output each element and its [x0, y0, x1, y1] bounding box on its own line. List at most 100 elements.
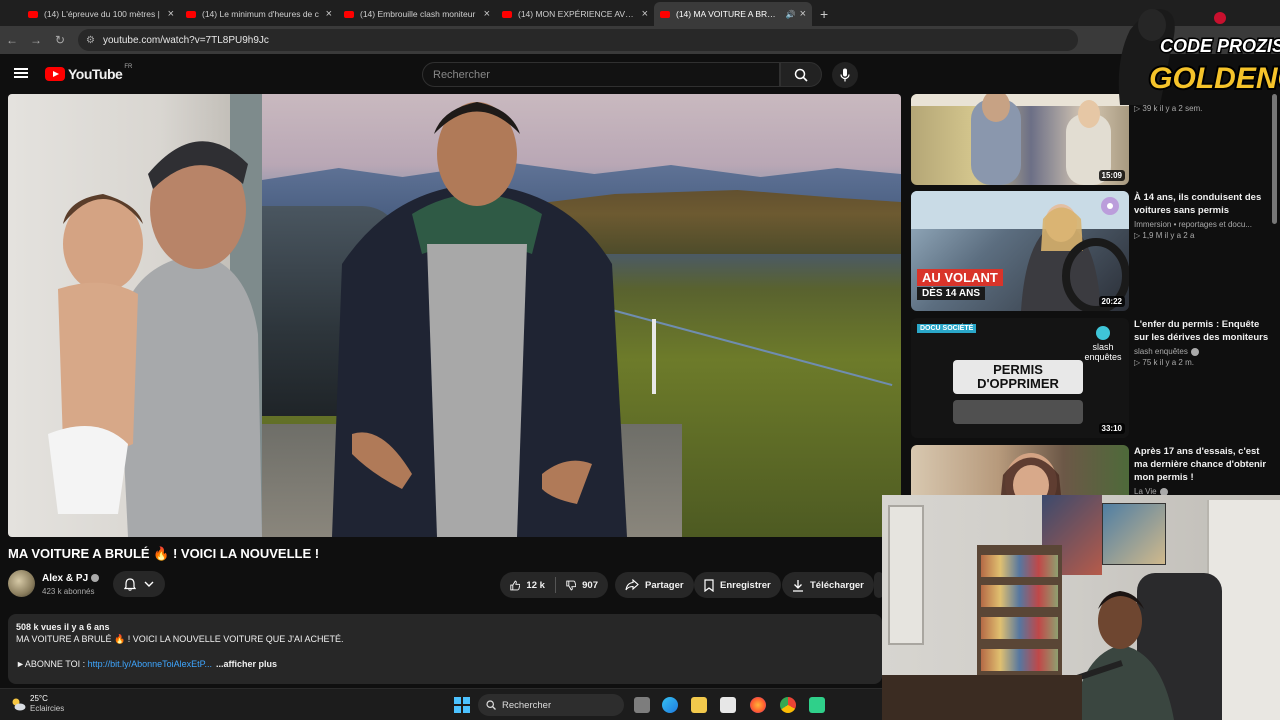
chevron-down-icon	[144, 581, 154, 587]
youtube-favicon-icon	[502, 10, 512, 18]
search-icon	[486, 700, 496, 710]
cam-zelda-poster	[1102, 503, 1166, 565]
reload-icon[interactable]: ↻	[48, 33, 72, 47]
url-input[interactable]: ⚙ youtube.com/watch?v=7TL8PU9h9Jc	[78, 29, 1078, 51]
channel-avatar[interactable]	[8, 570, 35, 597]
man-with-child-figure	[48, 141, 262, 537]
close-tab-icon[interactable]: ×	[642, 8, 648, 20]
youtube-favicon-icon	[660, 10, 670, 18]
search-input[interactable]: Rechercher	[422, 62, 780, 87]
dislike-count: 907	[582, 579, 598, 591]
recommendation-title[interactable]: À 14 ans, ils conduisent des voitures sa…	[1134, 191, 1269, 217]
description-box[interactable]: 508 k vues il y a 6 ans MA VOITURE A BRU…	[8, 614, 882, 684]
share-button[interactable]: Partager	[615, 572, 694, 598]
channel-name-text: Alex & PJ	[42, 573, 89, 584]
weather-widget[interactable]: 25°C Eclaircies	[10, 694, 64, 714]
region-code: FR	[124, 64, 133, 70]
firefox-icon[interactable]	[750, 697, 766, 713]
youtube-header: YouTube FR Rechercher	[0, 54, 1280, 94]
cam-desk	[882, 675, 1082, 720]
logo-line-1: CODE PROZIS	[1160, 36, 1280, 56]
notifications-button[interactable]	[113, 571, 165, 597]
close-tab-icon[interactable]: ×	[168, 8, 174, 20]
recommendation-title[interactable]: Après 17 ans d'essais, c'est ma dernière…	[1134, 445, 1269, 484]
recommendation-thumbnail[interactable]	[911, 445, 1129, 495]
menu-icon[interactable]	[14, 68, 28, 78]
search-icon	[794, 68, 808, 82]
cam-window	[888, 505, 924, 645]
youtube-logo[interactable]: YouTube FR	[45, 64, 133, 82]
back-arrow-icon[interactable]: ←	[0, 33, 24, 47]
slash-logo-text: slash enquêtes	[1084, 342, 1122, 362]
recommendation-stats: ▷ 75 k il y a 2 m.	[1134, 358, 1194, 367]
speaker-icon[interactable]: 🔊	[786, 10, 796, 19]
recommendation-channel[interactable]: Immersion • reportages et docu...	[1134, 220, 1269, 229]
youtube-favicon-icon	[186, 10, 196, 18]
browser-tab-1[interactable]: (14) L'épreuve du 100 mètres | ×	[22, 2, 180, 26]
recommendation-channel[interactable]: slash enquêtes	[1134, 347, 1269, 356]
thumbs-up-icon[interactable]	[510, 579, 521, 592]
code-prozis-goldeng-logo: CODE PROZIS GOLDENG	[1118, 9, 1280, 105]
view-count-date: 508 k vues il y a 6 ans	[16, 622, 110, 632]
video-right-panel	[262, 94, 901, 537]
taskbar-search[interactable]: Rechercher	[478, 694, 624, 716]
slash-logo-icon	[1096, 326, 1110, 340]
recommendation-info: À 14 ans, ils conduisent des voitures sa…	[1134, 191, 1269, 240]
documentary-badge: DOCU SOCIÉTÉ	[917, 324, 977, 333]
browser-tab-5-active[interactable]: (14) MA VOITURE A BRULÉ 🔊 ×	[654, 2, 812, 26]
weather-text: 25°C Eclaircies	[30, 694, 64, 714]
recommendation-thumbnail[interactable]: AU VOLANT DÈS 14 ANS 20:22	[911, 191, 1129, 311]
url-text: youtube.com/watch?v=7TL8PU9h9Jc	[102, 34, 269, 46]
like-dislike-group: 12 k 907	[500, 572, 608, 598]
site-info-icon[interactable]: ⚙	[86, 35, 95, 46]
file-explorer-icon[interactable]	[691, 697, 707, 713]
shelf-row	[981, 649, 1058, 671]
video-player[interactable]	[8, 94, 901, 537]
save-button[interactable]: Enregistrer	[694, 572, 781, 598]
youtube-favicon-icon	[344, 10, 354, 18]
show-more-button[interactable]: ...afficher plus	[216, 659, 277, 669]
recommendation-item-4[interactable]: Après 17 ans d'essais, c'est ma dernière…	[911, 445, 1271, 496]
tab-title: (14) L'épreuve du 100 mètres |	[44, 9, 160, 19]
task-view-icon[interactable]	[634, 697, 650, 713]
edge-browser-icon[interactable]	[662, 697, 678, 713]
browser-tab-4[interactable]: (14) MON EXPÉRIENCE AVEC LE ×	[496, 2, 654, 26]
new-tab-icon[interactable]: +	[812, 2, 828, 26]
chrome-icon[interactable]	[780, 697, 796, 713]
recommendation-title[interactable]: L'enfer du permis : Enquête sur les déri…	[1134, 318, 1269, 344]
recommendation-thumbnail[interactable]: 15:09	[911, 94, 1129, 185]
like-count[interactable]: 12 k	[526, 580, 545, 591]
recommendation-item-2[interactable]: AU VOLANT DÈS 14 ANS 20:22 À 14 ans, ils…	[911, 191, 1271, 311]
thumbs-down-icon[interactable]	[566, 579, 576, 592]
search-button[interactable]	[780, 62, 822, 87]
subscriber-count: 423 k abonnés	[42, 587, 95, 596]
windows-taskbar: 25°C Eclaircies Rechercher	[0, 688, 882, 720]
download-button[interactable]: Télécharger	[782, 572, 874, 598]
recommendation-info: L'enfer du permis : Enquête sur les déri…	[1134, 318, 1269, 367]
tab-title: (14) Embrouille clash moniteur	[360, 9, 476, 19]
shop-scene-image	[911, 94, 1129, 185]
tab-title: (14) MA VOITURE A BRULÉ	[676, 9, 782, 19]
sidebar-scrollbar[interactable]	[1272, 94, 1277, 224]
sign-reflection	[953, 400, 1083, 424]
channel-name[interactable]: Alex & PJ	[42, 573, 100, 584]
man-in-jacket-figure	[332, 102, 627, 537]
voice-search-button[interactable]	[832, 62, 858, 88]
browser-tab-3[interactable]: (14) Embrouille clash moniteur ×	[338, 2, 496, 26]
subscribe-link[interactable]: http://bit.ly/AbonneToiAlexEtP...	[88, 659, 212, 669]
app-icon[interactable]	[809, 697, 825, 713]
close-tab-icon[interactable]: ×	[484, 8, 490, 20]
tab-title: (14) MON EXPÉRIENCE AVEC LE	[518, 9, 638, 19]
forward-arrow-icon[interactable]: →	[24, 33, 48, 47]
close-tab-icon[interactable]: ×	[326, 8, 332, 20]
recommendation-thumbnail[interactable]: DOCU SOCIÉTÉ PERMIS D'OPPRIMER slash enq…	[911, 318, 1129, 438]
windows-start-icon[interactable]	[454, 697, 470, 713]
microsoft-store-icon[interactable]	[720, 697, 736, 713]
close-tab-icon[interactable]: ×	[800, 8, 806, 20]
weather-condition: Eclaircies	[30, 704, 65, 713]
recommendation-item-3[interactable]: DOCU SOCIÉTÉ PERMIS D'OPPRIMER slash enq…	[911, 318, 1271, 438]
fence-post	[652, 319, 656, 394]
browser-tab-2[interactable]: (14) Le minimum d'heures de c ×	[180, 2, 338, 26]
youtube-favicon-icon	[28, 10, 38, 18]
permis-sign: PERMIS D'OPPRIMER	[953, 360, 1083, 394]
